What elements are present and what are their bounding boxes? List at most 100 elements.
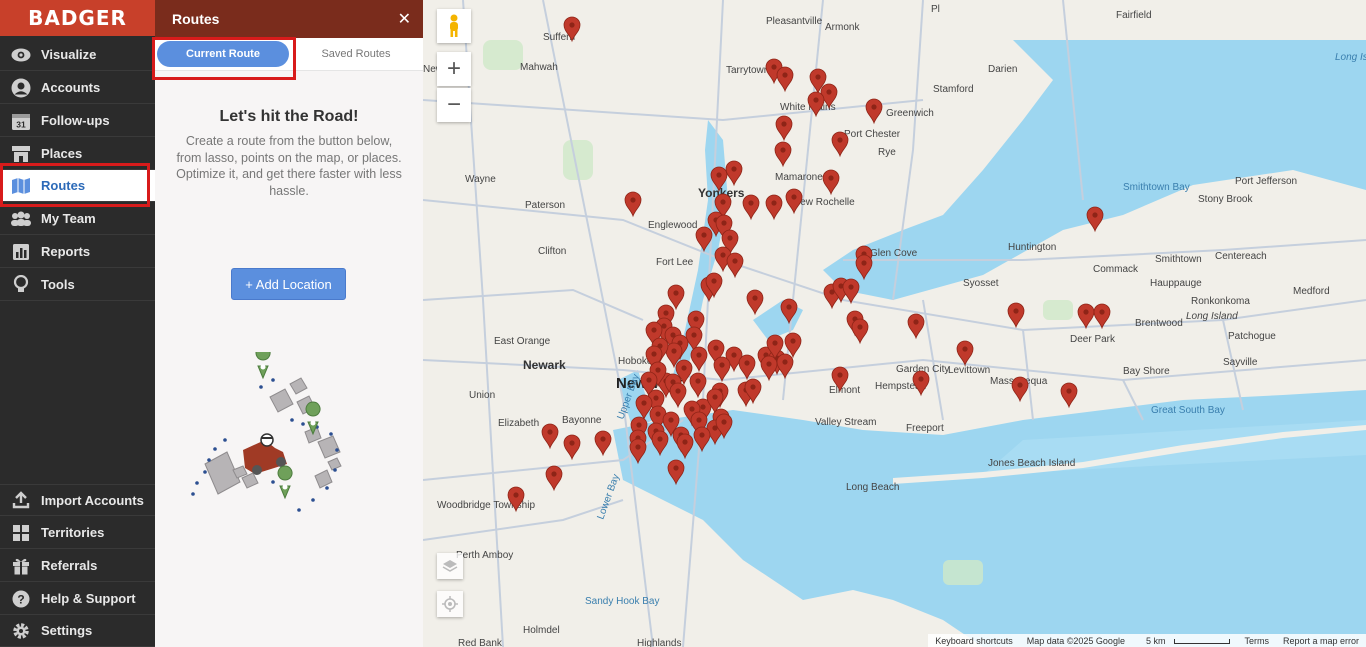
zoom-out-button[interactable]: − xyxy=(437,88,471,122)
tab-current-route[interactable]: Current Route xyxy=(157,41,289,67)
nav-referrals[interactable]: Referrals xyxy=(0,550,155,582)
panel-header: Routes ✕ xyxy=(155,0,423,38)
nav-places[interactable]: Places xyxy=(0,138,155,170)
brand-logo[interactable]: BADGER xyxy=(0,0,155,36)
svg-text:Stony Brook: Stony Brook xyxy=(1198,194,1253,205)
svg-text:Elmont: Elmont xyxy=(829,385,860,396)
lightbulb-icon xyxy=(10,274,32,295)
svg-text:Centereach: Centereach xyxy=(1215,251,1267,262)
map-marker-icon[interactable] xyxy=(725,160,743,187)
svg-text:Smithtown Bay: Smithtown Bay xyxy=(1123,182,1190,193)
zoom-in-button[interactable]: + xyxy=(437,52,471,86)
map-marker-icon[interactable] xyxy=(865,98,883,125)
empty-state-title: Let's hit the Road! xyxy=(219,108,359,125)
map-view[interactable]: New York Newark Yonkers Paterson Clifton… xyxy=(423,0,1366,647)
map-marker-icon[interactable] xyxy=(776,66,794,93)
nav-my-team[interactable]: My Team xyxy=(0,203,155,235)
nav-label: Accounts xyxy=(41,80,101,95)
svg-text:Port Chester: Port Chester xyxy=(844,129,901,140)
svg-text:Valley Stream: Valley Stream xyxy=(815,417,877,428)
svg-text:Bay Shore: Bay Shore xyxy=(1123,366,1170,377)
tab-saved-routes[interactable]: Saved Routes xyxy=(289,48,423,60)
nav-tools[interactable]: Tools xyxy=(0,269,155,301)
svg-text:Port Jefferson: Port Jefferson xyxy=(1235,176,1297,187)
add-location-button[interactable]: + Add Location xyxy=(231,268,346,300)
map-marker-icon[interactable] xyxy=(624,191,642,218)
map-marker-icon[interactable] xyxy=(545,465,563,492)
map-marker-icon[interactable] xyxy=(1060,382,1078,409)
map-marker-icon[interactable] xyxy=(563,434,581,461)
map-marker-icon[interactable] xyxy=(742,194,760,221)
map-marker-icon[interactable] xyxy=(541,423,559,450)
map-marker-icon[interactable] xyxy=(1011,376,1029,403)
scale-label: 5 km xyxy=(1145,635,1166,646)
nav-label: Referrals xyxy=(41,558,98,573)
svg-text:Pl: Pl xyxy=(931,4,940,15)
report-map-error-link[interactable]: Report a map error xyxy=(1276,636,1366,646)
nav-label: My Team xyxy=(41,211,96,226)
map-marker-icon[interactable] xyxy=(831,131,849,158)
close-icon[interactable]: ✕ xyxy=(398,9,411,29)
map-marker-icon[interactable] xyxy=(851,318,869,345)
map-marker-icon[interactable] xyxy=(726,252,744,279)
map-marker-icon[interactable] xyxy=(1077,303,1095,330)
svg-text:Greenwich: Greenwich xyxy=(886,108,934,119)
svg-text:Long Beach: Long Beach xyxy=(846,482,899,493)
svg-text:Huntington: Huntington xyxy=(1008,242,1056,253)
nav-routes[interactable]: Routes xyxy=(0,170,155,202)
gear-icon xyxy=(10,621,32,641)
map-marker-icon[interactable] xyxy=(713,356,731,383)
nav-territories[interactable]: Territories xyxy=(0,517,155,549)
map-marker-icon[interactable] xyxy=(1093,303,1111,330)
terms-link[interactable]: Terms xyxy=(1237,636,1276,646)
route-tabs: Current Route Saved Routes xyxy=(155,38,423,71)
map-canvas[interactable]: New York Newark Yonkers Paterson Clifton… xyxy=(423,0,1366,647)
map-marker-icon[interactable] xyxy=(738,354,756,381)
nav-settings[interactable]: Settings xyxy=(0,615,155,647)
map-marker-icon[interactable] xyxy=(956,340,974,367)
question-icon: ? xyxy=(10,589,32,609)
map-marker-icon[interactable] xyxy=(746,289,764,316)
scale-line xyxy=(1174,638,1231,644)
map-marker-icon[interactable] xyxy=(785,188,803,215)
map-marker-icon[interactable] xyxy=(1086,206,1104,233)
nav-label: Places xyxy=(41,146,83,161)
nav-help-support[interactable]: ? Help & Support xyxy=(0,583,155,615)
nav-label: Import Accounts xyxy=(41,492,144,508)
map-marker-icon[interactable] xyxy=(775,115,793,142)
nav-label: Follow-ups xyxy=(41,113,110,128)
svg-text:Deer Park: Deer Park xyxy=(1070,334,1116,345)
svg-text:Ronkonkoma: Ronkonkoma xyxy=(1191,296,1250,307)
road-trip-illustration xyxy=(191,352,342,512)
street-view-pegman-icon[interactable] xyxy=(437,9,471,43)
nav-visualize[interactable]: Visualize xyxy=(0,39,155,71)
nav-follow-ups[interactable]: 31 Follow-ups xyxy=(0,105,155,137)
empty-state-description: Create a route from the button below, fr… xyxy=(176,134,402,198)
nav-import-accounts[interactable]: Import Accounts xyxy=(0,484,155,516)
map-marker-icon[interactable] xyxy=(1007,302,1025,329)
map-marker-icon[interactable] xyxy=(669,382,687,409)
svg-text:Darien: Darien xyxy=(988,64,1017,75)
map-marker-icon[interactable] xyxy=(907,313,925,340)
svg-text:Englewood: Englewood xyxy=(648,220,697,231)
layers-icon[interactable] xyxy=(437,553,463,579)
nav-accounts[interactable]: Accounts xyxy=(0,72,155,104)
nav-reports[interactable]: Reports xyxy=(0,236,155,268)
svg-text:Highlands: Highlands xyxy=(637,638,681,647)
keyboard-shortcuts-link[interactable]: Keyboard shortcuts xyxy=(928,636,1020,646)
svg-text:Elizabeth: Elizabeth xyxy=(498,418,539,429)
map-data-text: Map data ©2025 Google xyxy=(1026,635,1125,646)
locate-icon[interactable] xyxy=(437,591,463,617)
svg-text:Perth Amboy: Perth Amboy xyxy=(456,550,513,561)
map-marker-icon[interactable] xyxy=(765,194,783,221)
map-marker-icon[interactable] xyxy=(594,430,612,457)
svg-text:Armonk: Armonk xyxy=(825,22,860,33)
map-icon xyxy=(10,176,32,196)
calendar-day: 31 xyxy=(16,119,26,129)
svg-text:Paterson: Paterson xyxy=(525,200,565,211)
map-marker-icon[interactable] xyxy=(774,141,792,168)
svg-text:Sandy Hook Bay: Sandy Hook Bay xyxy=(585,596,660,607)
grid-icon xyxy=(10,523,32,543)
map-marker-icon[interactable] xyxy=(667,284,685,311)
map-marker-icon[interactable] xyxy=(822,169,840,196)
